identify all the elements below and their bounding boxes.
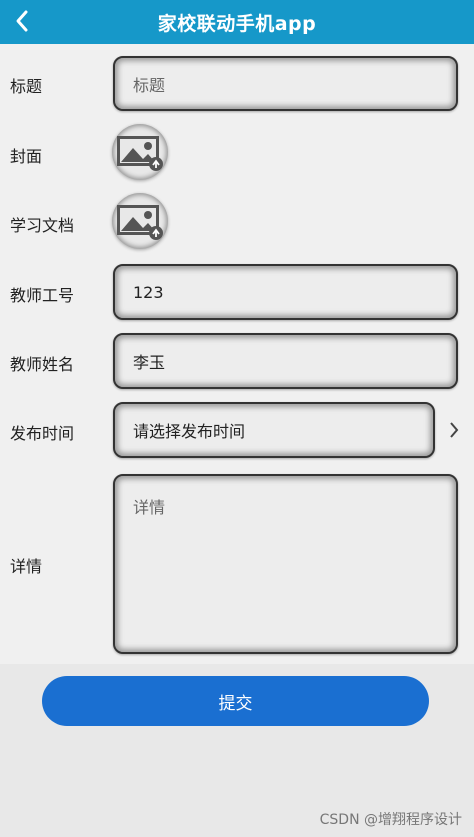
submit-button[interactable]: 提交	[42, 676, 429, 726]
title-input[interactable]: 标题	[113, 56, 458, 111]
document-upload-button[interactable]	[112, 193, 168, 249]
details-placeholder: 详情	[133, 498, 166, 517]
publish-time-picker[interactable]: 请选择发布时间	[113, 402, 435, 458]
cover-label: 封面	[10, 147, 43, 166]
chevron-right-icon[interactable]	[444, 420, 464, 440]
chevron-left-icon	[16, 10, 28, 32]
publish-time-label: 发布时间	[10, 424, 75, 443]
teacher-id-label: 教师工号	[10, 286, 75, 305]
document-label: 学习文档	[10, 216, 75, 235]
app-header: 家校联动手机app	[0, 0, 474, 44]
image-upload-icon	[117, 136, 163, 171]
teacher-name-value: 李玉	[133, 353, 166, 372]
publish-time-placeholder: 请选择发布时间	[133, 422, 246, 441]
image-upload-icon	[117, 205, 163, 240]
page-title: 家校联动手机app	[157, 12, 317, 35]
cover-upload-button[interactable]	[112, 124, 168, 180]
teacher-id-input[interactable]: 123	[113, 264, 458, 320]
details-label: 详情	[10, 557, 43, 576]
back-button[interactable]	[8, 6, 36, 36]
details-textarea[interactable]: 详情	[113, 474, 458, 654]
teacher-name-input[interactable]: 李玉	[113, 333, 458, 389]
teacher-name-label: 教师姓名	[10, 355, 75, 374]
teacher-id-value: 123	[133, 282, 164, 302]
title-label: 标题	[10, 77, 43, 96]
watermark: CSDN @增翔程序设计	[319, 812, 462, 828]
title-placeholder: 标题	[133, 75, 166, 95]
